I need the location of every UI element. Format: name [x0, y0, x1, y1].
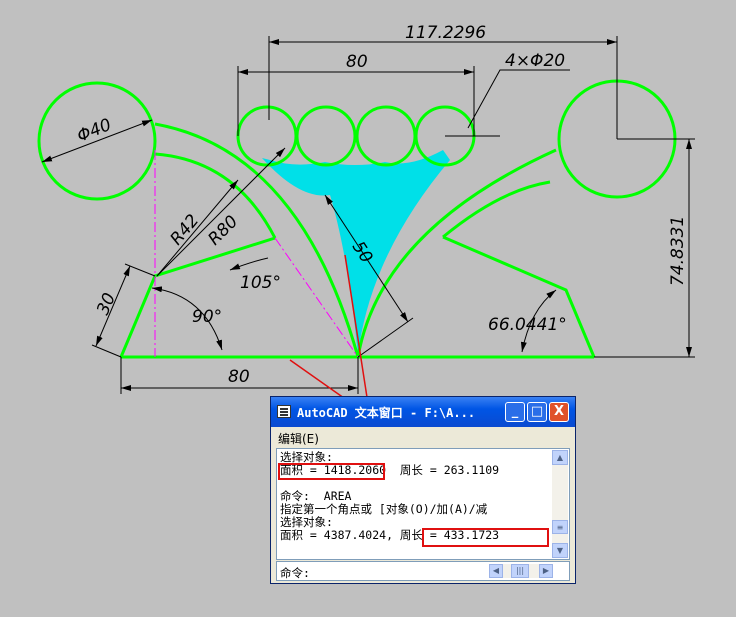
dim-radius-large: R80 — [204, 212, 242, 250]
command-line[interactable]: 命令: ◀ ||| ▶ — [276, 561, 570, 581]
dim-angle-105: 105° — [240, 273, 281, 293]
close-button[interactable]: X — [549, 402, 569, 422]
dim-circles-width: 80 — [346, 52, 368, 72]
scroll-left-icon[interactable]: ◀ — [489, 564, 503, 578]
title-bar[interactable]: AutoCAD 文本窗口 - F:\A... _ □ X — [271, 397, 575, 427]
horizontal-scrollbar[interactable]: ◀ ||| ▶ — [489, 564, 553, 578]
dim-side-30: 30 — [93, 290, 120, 318]
maximize-button[interactable]: □ — [527, 402, 547, 422]
scroll-down-icon[interactable]: ▼ — [552, 543, 568, 558]
minimize-button[interactable]: _ — [505, 402, 525, 422]
menu-bar: 编辑(E) — [271, 427, 575, 447]
small-circle-1 — [236, 105, 298, 167]
menu-edit[interactable]: 编辑(E) — [278, 430, 319, 447]
scroll-thumb[interactable]: ≡ — [552, 520, 568, 534]
dim-circles-note: 4×Φ20 — [505, 51, 565, 71]
dim-angle-90: 90° — [192, 307, 222, 327]
vertical-scrollbar[interactable]: ▲ ≡ ▼ — [552, 450, 568, 558]
scroll-thumb-h[interactable]: ||| — [511, 564, 529, 578]
app-icon — [277, 405, 291, 418]
dim-height: 74.8331 — [668, 216, 688, 286]
dim-overall-width: 117.2296 — [405, 23, 486, 43]
scroll-right-icon[interactable]: ▶ — [539, 564, 553, 578]
highlight-perimeter-2 — [422, 528, 549, 547]
highlight-area-1 — [278, 463, 385, 480]
autocad-text-window[interactable]: AutoCAD 文本窗口 - F:\A... _ □ X 编辑(E) 选择对象:… — [270, 396, 576, 584]
dim-angle-66: 66.0441° — [488, 315, 567, 335]
dim-base-80: 80 — [228, 367, 250, 387]
small-circle-2 — [295, 105, 357, 167]
dim-radius-small: R42 — [167, 211, 204, 249]
small-circle-3 — [355, 105, 417, 167]
scroll-up-icon[interactable]: ▲ — [552, 450, 568, 465]
window-title: AutoCAD 文本窗口 - F:\A... — [297, 406, 476, 420]
command-prompt: 命令: — [280, 566, 310, 580]
